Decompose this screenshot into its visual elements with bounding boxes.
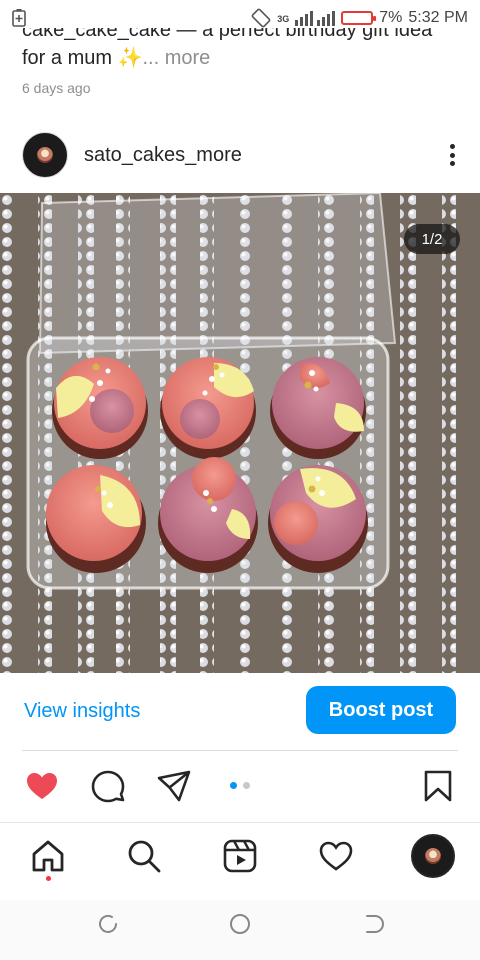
heart-outline-icon — [319, 841, 353, 871]
signal-icon — [295, 11, 336, 26]
recent-apps-icon[interactable] — [96, 912, 120, 936]
avatar[interactable] — [22, 132, 68, 178]
battery-icon — [341, 11, 377, 25]
username[interactable]: sato_cakes_more — [84, 144, 242, 167]
insights-row: View insights Boost post — [0, 684, 480, 740]
send-icon[interactable] — [156, 768, 192, 804]
carousel-dot-active — [230, 782, 237, 789]
network-type: 3G — [277, 14, 290, 24]
battery-level: 7% — [379, 9, 403, 26]
post-timestamp: 6 days ago — [22, 80, 91, 96]
nav-reels[interactable] — [220, 836, 260, 876]
back-icon[interactable] — [362, 912, 386, 936]
post-image[interactable] — [0, 193, 480, 673]
comment-icon[interactable] — [90, 768, 126, 804]
caption-more-link[interactable]: ... more — [142, 47, 210, 69]
caption-cut-line: cake_cake_cake — a perfect birthday gift… — [22, 28, 433, 41]
rotate-icon — [251, 8, 271, 28]
nav-search[interactable] — [124, 836, 164, 876]
carousel-indicator — [230, 782, 250, 789]
nav-activity[interactable] — [316, 836, 356, 876]
bookmark-icon[interactable] — [420, 768, 456, 804]
view-insights-link[interactable]: View insights — [24, 700, 140, 723]
nav-home[interactable] — [28, 836, 68, 876]
boost-post-button[interactable]: Boost post — [306, 686, 456, 734]
clock: 5:32 PM — [408, 9, 468, 26]
more-options-icon[interactable] — [442, 140, 462, 170]
post-actions — [0, 762, 480, 810]
heart-filled-icon[interactable] — [24, 768, 60, 804]
nav-divider — [0, 822, 480, 823]
battery-saver-icon — [12, 9, 26, 27]
bottom-nav — [0, 826, 480, 886]
post-header: sato_cakes_more — [22, 132, 462, 178]
notification-dot — [46, 876, 51, 881]
reels-icon — [223, 839, 257, 873]
caption-text: for a mum ✨ — [22, 47, 143, 69]
home-system-icon[interactable] — [228, 912, 252, 936]
divider — [22, 750, 458, 751]
home-icon — [32, 840, 64, 872]
caption[interactable]: for a mum ✨... more — [22, 45, 210, 70]
carousel-dot — [243, 782, 250, 789]
nav-profile[interactable] — [410, 833, 456, 879]
profile-avatar — [411, 834, 455, 878]
system-nav-bar — [0, 900, 480, 960]
search-icon — [128, 840, 161, 873]
carousel-counter: 1/2 — [404, 224, 460, 254]
